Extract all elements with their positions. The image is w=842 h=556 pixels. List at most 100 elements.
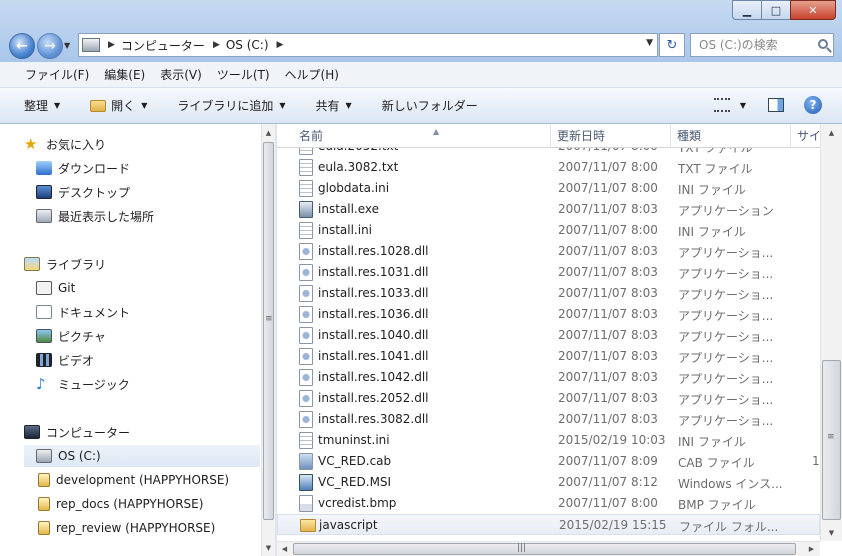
nav-item-documents[interactable]: ドキュメント [36, 301, 294, 323]
file-row[interactable]: install.res.1042.dll 2007/11/07 8:03 アプリケー… [277, 367, 820, 388]
column-type-label: 種類 [677, 129, 702, 143]
nav-scroll-thumb[interactable] [263, 142, 274, 520]
file-row[interactable]: install.res.1040.dll 2007/11/07 8:03 アプリケー… [277, 325, 820, 346]
file-list: eula.2052.txt2007/11/07 8:00TXT ファイルeula… [277, 148, 820, 540]
file-type: アプリケーショ... [678, 267, 774, 281]
nav-item-rep-review[interactable]: rep_review (HAPPYHORSE) [38, 517, 296, 539]
dll-file-icon [299, 348, 313, 365]
maximize-button[interactable]: □ [761, 0, 791, 20]
nav-item-downloads[interactable]: ダウンロード [36, 157, 294, 179]
file-row[interactable]: install.res.1031.dll 2007/11/07 8:03 アプリケー… [277, 262, 820, 283]
menu-edit[interactable]: 編集(E) [104, 66, 145, 83]
forward-button[interactable]: → [37, 33, 63, 59]
file-row[interactable]: VC_RED.MSI 2007/11/07 8:12 Windows インス... [277, 472, 820, 493]
nav-favorites[interactable]: ★ お気に入り [24, 133, 282, 155]
preview-pane-icon[interactable] [768, 98, 784, 112]
file-date: 2007/11/07 8:03 [558, 391, 658, 405]
nav-item-label: ビデオ [58, 353, 95, 368]
file-row[interactable]: install.res.3082.dll 2007/11/07 8:03 アプリケー… [277, 409, 820, 430]
search-box[interactable] [690, 33, 834, 57]
scroll-right-icon[interactable]: ▶ [804, 542, 819, 556]
file-row[interactable]: vcredist.bmp 2007/11/07 8:00 BMP ファイル [277, 493, 820, 514]
file-date: 2007/11/07 8:03 [558, 307, 658, 321]
chevron-right-icon[interactable]: ▶ [108, 40, 115, 50]
nav-item-label: Git [58, 281, 76, 295]
file-row[interactable]: install.res.1036.dll 2007/11/07 8:03 アプリケー… [277, 304, 820, 325]
recent-pages-dropdown[interactable]: ▼ [64, 41, 70, 50]
breadcrumb-os-c[interactable]: OS (C:) [226, 38, 269, 52]
nav-item-pictures[interactable]: ピクチャ [36, 325, 294, 347]
search-icon[interactable] [818, 39, 828, 49]
address-bar[interactable]: ▶ コンピューター ▶ OS (C:) ▶ ▼ [78, 33, 658, 57]
share-button[interactable]: 共有 ▼ [316, 97, 352, 114]
refresh-button[interactable]: ↻ [659, 33, 685, 57]
open-button[interactable]: 開く ▼ [90, 97, 147, 114]
back-button[interactable]: ← [9, 33, 35, 59]
view-options-icon[interactable] [713, 98, 730, 112]
navigation-pane: ★ お気に入り ダウンロード デスクトップ 最近表示した場所 ライブラリ Git … [0, 124, 262, 556]
scroll-up-icon[interactable]: ▲ [821, 124, 842, 141]
close-button[interactable]: ✕ [790, 0, 836, 20]
scroll-down-icon[interactable]: ▼ [821, 524, 842, 541]
breadcrumb-computer[interactable]: コンピューター [121, 37, 205, 54]
file-row[interactable]: globdata.ini 2007/11/07 8:00 INI ファイル [277, 178, 820, 199]
column-header-type[interactable]: 種類 [671, 124, 791, 148]
scroll-up-icon[interactable]: ▲ [262, 124, 275, 141]
view-dropdown-icon[interactable]: ▼ [740, 101, 746, 110]
column-header-name[interactable]: 名前 ▲ [293, 124, 551, 148]
chevron-right-icon[interactable]: ▶ [213, 40, 220, 50]
downloads-icon [36, 161, 52, 175]
file-row[interactable]: install.res.1041.dll 2007/11/07 8:03 アプリケー… [277, 346, 820, 367]
dll-file-icon [299, 327, 313, 344]
command-bar: 整理 ▼ 開く ▼ ライブラリに追加 ▼ 共有 ▼ 新しいフォルダー ▼ ? [0, 88, 842, 124]
file-row[interactable]: eula.3082.txt 2007/11/07 8:00 TXT ファイル [277, 157, 820, 178]
nav-scrollbar[interactable]: ▲ ≡ ▼ [261, 124, 275, 556]
computer-icon [24, 425, 40, 439]
file-size: 1 [812, 454, 820, 468]
menu-help[interactable]: ヘルプ(H) [285, 66, 339, 83]
chevron-right-icon[interactable]: ▶ [277, 40, 284, 50]
address-dropdown-icon[interactable]: ▼ [646, 38, 653, 48]
menu-tools[interactable]: ツール(T) [217, 66, 270, 83]
file-row[interactable]: install.res.1028.dll 2007/11/07 8:03 アプリケー… [277, 241, 820, 262]
file-row[interactable]: install.res.1033.dll 2007/11/07 8:03 アプリケー… [277, 283, 820, 304]
nav-item-music[interactable]: ♪ ミュージック [36, 373, 294, 395]
nav-item-development[interactable]: development (HAPPYHORSE) [38, 469, 296, 491]
file-row[interactable]: javascript 2015/02/19 15:15 ファイル フォル... [277, 514, 820, 535]
file-row[interactable]: tmuninst.ini 2015/02/19 10:03 INI ファイル [277, 430, 820, 451]
minimize-button[interactable]: ▁ [732, 0, 762, 20]
scroll-left-icon[interactable]: ◀ [277, 542, 292, 556]
search-input[interactable] [691, 34, 811, 56]
nav-computer[interactable]: コンピューター [24, 421, 282, 443]
menu-file[interactable]: ファイル(F) [25, 66, 89, 83]
horizontal-scroll-thumb[interactable] [293, 543, 796, 555]
file-row[interactable]: install.ini 2007/11/07 8:00 INI ファイル [277, 220, 820, 241]
file-name: install.res.3082.dll [318, 412, 429, 426]
nav-libraries[interactable]: ライブラリ [24, 253, 282, 275]
include-library-button[interactable]: ライブラリに追加 ▼ [177, 97, 285, 114]
nav-item-rep-docs[interactable]: rep_docs (HAPPYHORSE) [38, 493, 296, 515]
file-name: install.res.2052.dll [318, 391, 429, 405]
new-folder-button[interactable]: 新しいフォルダー [382, 97, 478, 114]
nav-item-git[interactable]: Git [36, 277, 294, 299]
scroll-down-icon[interactable]: ▼ [262, 539, 275, 556]
network-drive-icon [38, 521, 50, 535]
column-header-date[interactable]: 更新日時 [551, 124, 671, 148]
file-row[interactable]: eula.2052.txt 2007/11/07 8:00 TXT ファイル [277, 148, 820, 157]
nav-item-videos[interactable]: ビデオ [36, 349, 294, 371]
file-row[interactable]: install.res.2052.dll 2007/11/07 8:03 アプリケー… [277, 388, 820, 409]
file-list-scrollbar[interactable]: ▲ ≡ ▼ [820, 124, 842, 541]
menu-view[interactable]: 表示(V) [160, 66, 202, 83]
nav-item-os-c[interactable]: OS (C:) [24, 445, 260, 467]
file-row[interactable]: install.exe 2007/11/07 8:03 アプリケーション [277, 199, 820, 220]
sort-ascending-icon: ▲ [433, 127, 440, 136]
file-date: 2007/11/07 8:12 [558, 475, 658, 489]
nav-item-desktop[interactable]: デスクトップ [36, 181, 294, 203]
horizontal-scrollbar[interactable]: ◀ ||| ▶ [277, 541, 820, 556]
file-row[interactable]: VC_RED.cab 2007/11/07 8:09 CAB ファイル 1 [277, 451, 820, 472]
help-icon[interactable]: ? [804, 96, 822, 114]
nav-item-recent-places[interactable]: 最近表示した場所 [36, 205, 294, 227]
nav-item-label: ダウンロード [58, 161, 131, 176]
organize-button[interactable]: 整理 ▼ [24, 97, 60, 114]
open-folder-icon [90, 99, 107, 112]
